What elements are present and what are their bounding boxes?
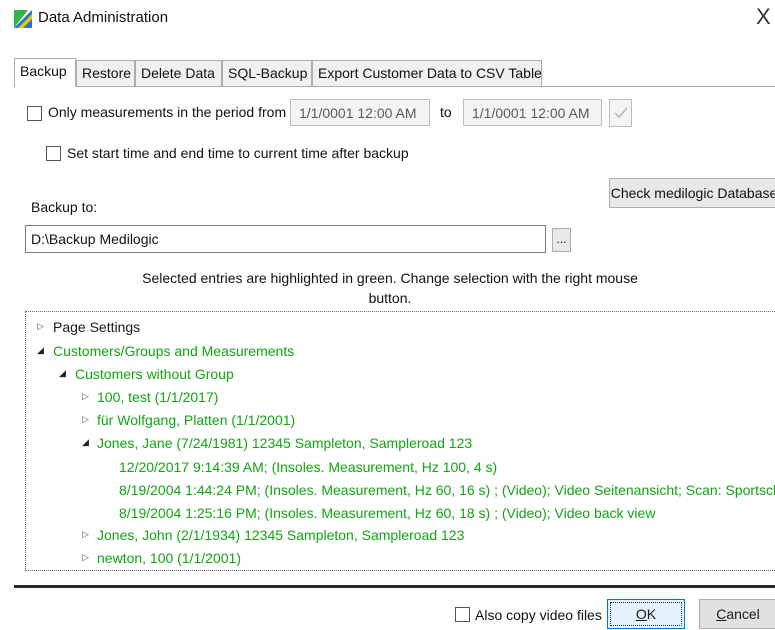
- tree-node-customer[interactable]: 100, test (1/1/2017): [97, 388, 218, 406]
- browse-button[interactable]: ...: [552, 228, 571, 252]
- tree-node-measurement[interactable]: 12/20/2017 9:14:39 AM; (Insoles. Measure…: [119, 458, 497, 476]
- collapse-icon[interactable]: ◢: [37, 345, 44, 356]
- selection-info-text: Selected entries are highlighted in gree…: [140, 268, 640, 308]
- period-checkbox[interactable]: [27, 106, 42, 121]
- set-time-checkbox[interactable]: [46, 146, 61, 161]
- footer-separator: [14, 585, 775, 588]
- checkmark-icon: [614, 107, 628, 119]
- tree-node-measurement[interactable]: 8/19/2004 1:25:16 PM; (Insoles. Measurem…: [119, 504, 655, 522]
- tab-export-csv[interactable]: Export Customer Data to CSV Table: [312, 60, 542, 86]
- tree-node-customer[interactable]: newton, 100 (1/1/2001): [97, 549, 241, 567]
- selection-info-line1: Selected entries are highlighted in gree…: [142, 270, 638, 286]
- ok-button[interactable]: OK: [607, 599, 685, 629]
- window-title: Data Administration: [38, 9, 169, 26]
- collapse-icon[interactable]: ◢: [59, 368, 66, 379]
- expand-icon[interactable]: ▷: [82, 552, 89, 563]
- selection-info-line2: button.: [368, 290, 412, 306]
- period-from-field[interactable]: 1/1/0001 12:00 AM: [290, 99, 430, 126]
- tree-node-customer[interactable]: Jones, John (2/1/1934) 12345 Sampleton, …: [97, 526, 464, 544]
- copy-video-checkbox[interactable]: [455, 607, 470, 622]
- tree-node-customer[interactable]: für Wolfgang, Platten (1/1/2001): [97, 411, 295, 429]
- tree-node-page-settings[interactable]: Page Settings: [53, 318, 140, 336]
- period-label: Only measurements in the period from: [48, 104, 287, 120]
- cancel-mnemonic: C: [716, 606, 727, 622]
- title-bar: Data Administration X: [0, 0, 775, 36]
- expand-icon[interactable]: ▷: [82, 529, 89, 540]
- tab-delete-data[interactable]: Delete Data: [135, 60, 222, 86]
- data-admin-icon: [14, 10, 32, 28]
- tab-sql-backup[interactable]: SQL-Backup: [222, 60, 312, 86]
- period-to-field[interactable]: 1/1/0001 12:00 AM: [463, 99, 602, 126]
- cancel-button[interactable]: Cancel: [699, 599, 775, 629]
- tree-node-customers-without-group[interactable]: Customers without Group: [75, 365, 234, 383]
- expand-icon[interactable]: ▷: [82, 414, 89, 425]
- backup-to-label: Backup to:: [31, 199, 98, 215]
- tab-divider: [14, 86, 775, 87]
- check-database-button[interactable]: Check medilogic Database: [609, 178, 775, 208]
- backup-tree[interactable]: ▷ Page Settings ◢ Customers/Groups and M…: [25, 311, 775, 571]
- expand-icon[interactable]: ▷: [37, 321, 44, 332]
- cancel-label-rest: ancel: [726, 606, 760, 622]
- copy-video-label: Also copy video files: [475, 607, 602, 623]
- close-icon[interactable]: X: [756, 4, 771, 30]
- collapse-icon[interactable]: ◢: [82, 437, 89, 448]
- tree-node-measurement[interactable]: 8/19/2004 1:44:24 PM; (Insoles. Measurem…: [119, 481, 775, 499]
- backup-path-input[interactable]: D:\Backup Medilogic: [25, 225, 546, 253]
- focus-rect: [610, 602, 682, 626]
- tree-node-customers-groups[interactable]: Customers/Groups and Measurements: [53, 342, 294, 360]
- apply-period-button[interactable]: [609, 99, 632, 127]
- tree-node-customer[interactable]: Jones, Jane (7/24/1981) 12345 Sampleton,…: [97, 434, 472, 452]
- set-time-label: Set start time and end time to current t…: [67, 145, 409, 161]
- period-to-label: to: [440, 104, 452, 120]
- expand-icon[interactable]: ▷: [82, 391, 89, 402]
- tab-restore[interactable]: Restore: [76, 60, 135, 86]
- tab-backup[interactable]: Backup: [14, 58, 76, 87]
